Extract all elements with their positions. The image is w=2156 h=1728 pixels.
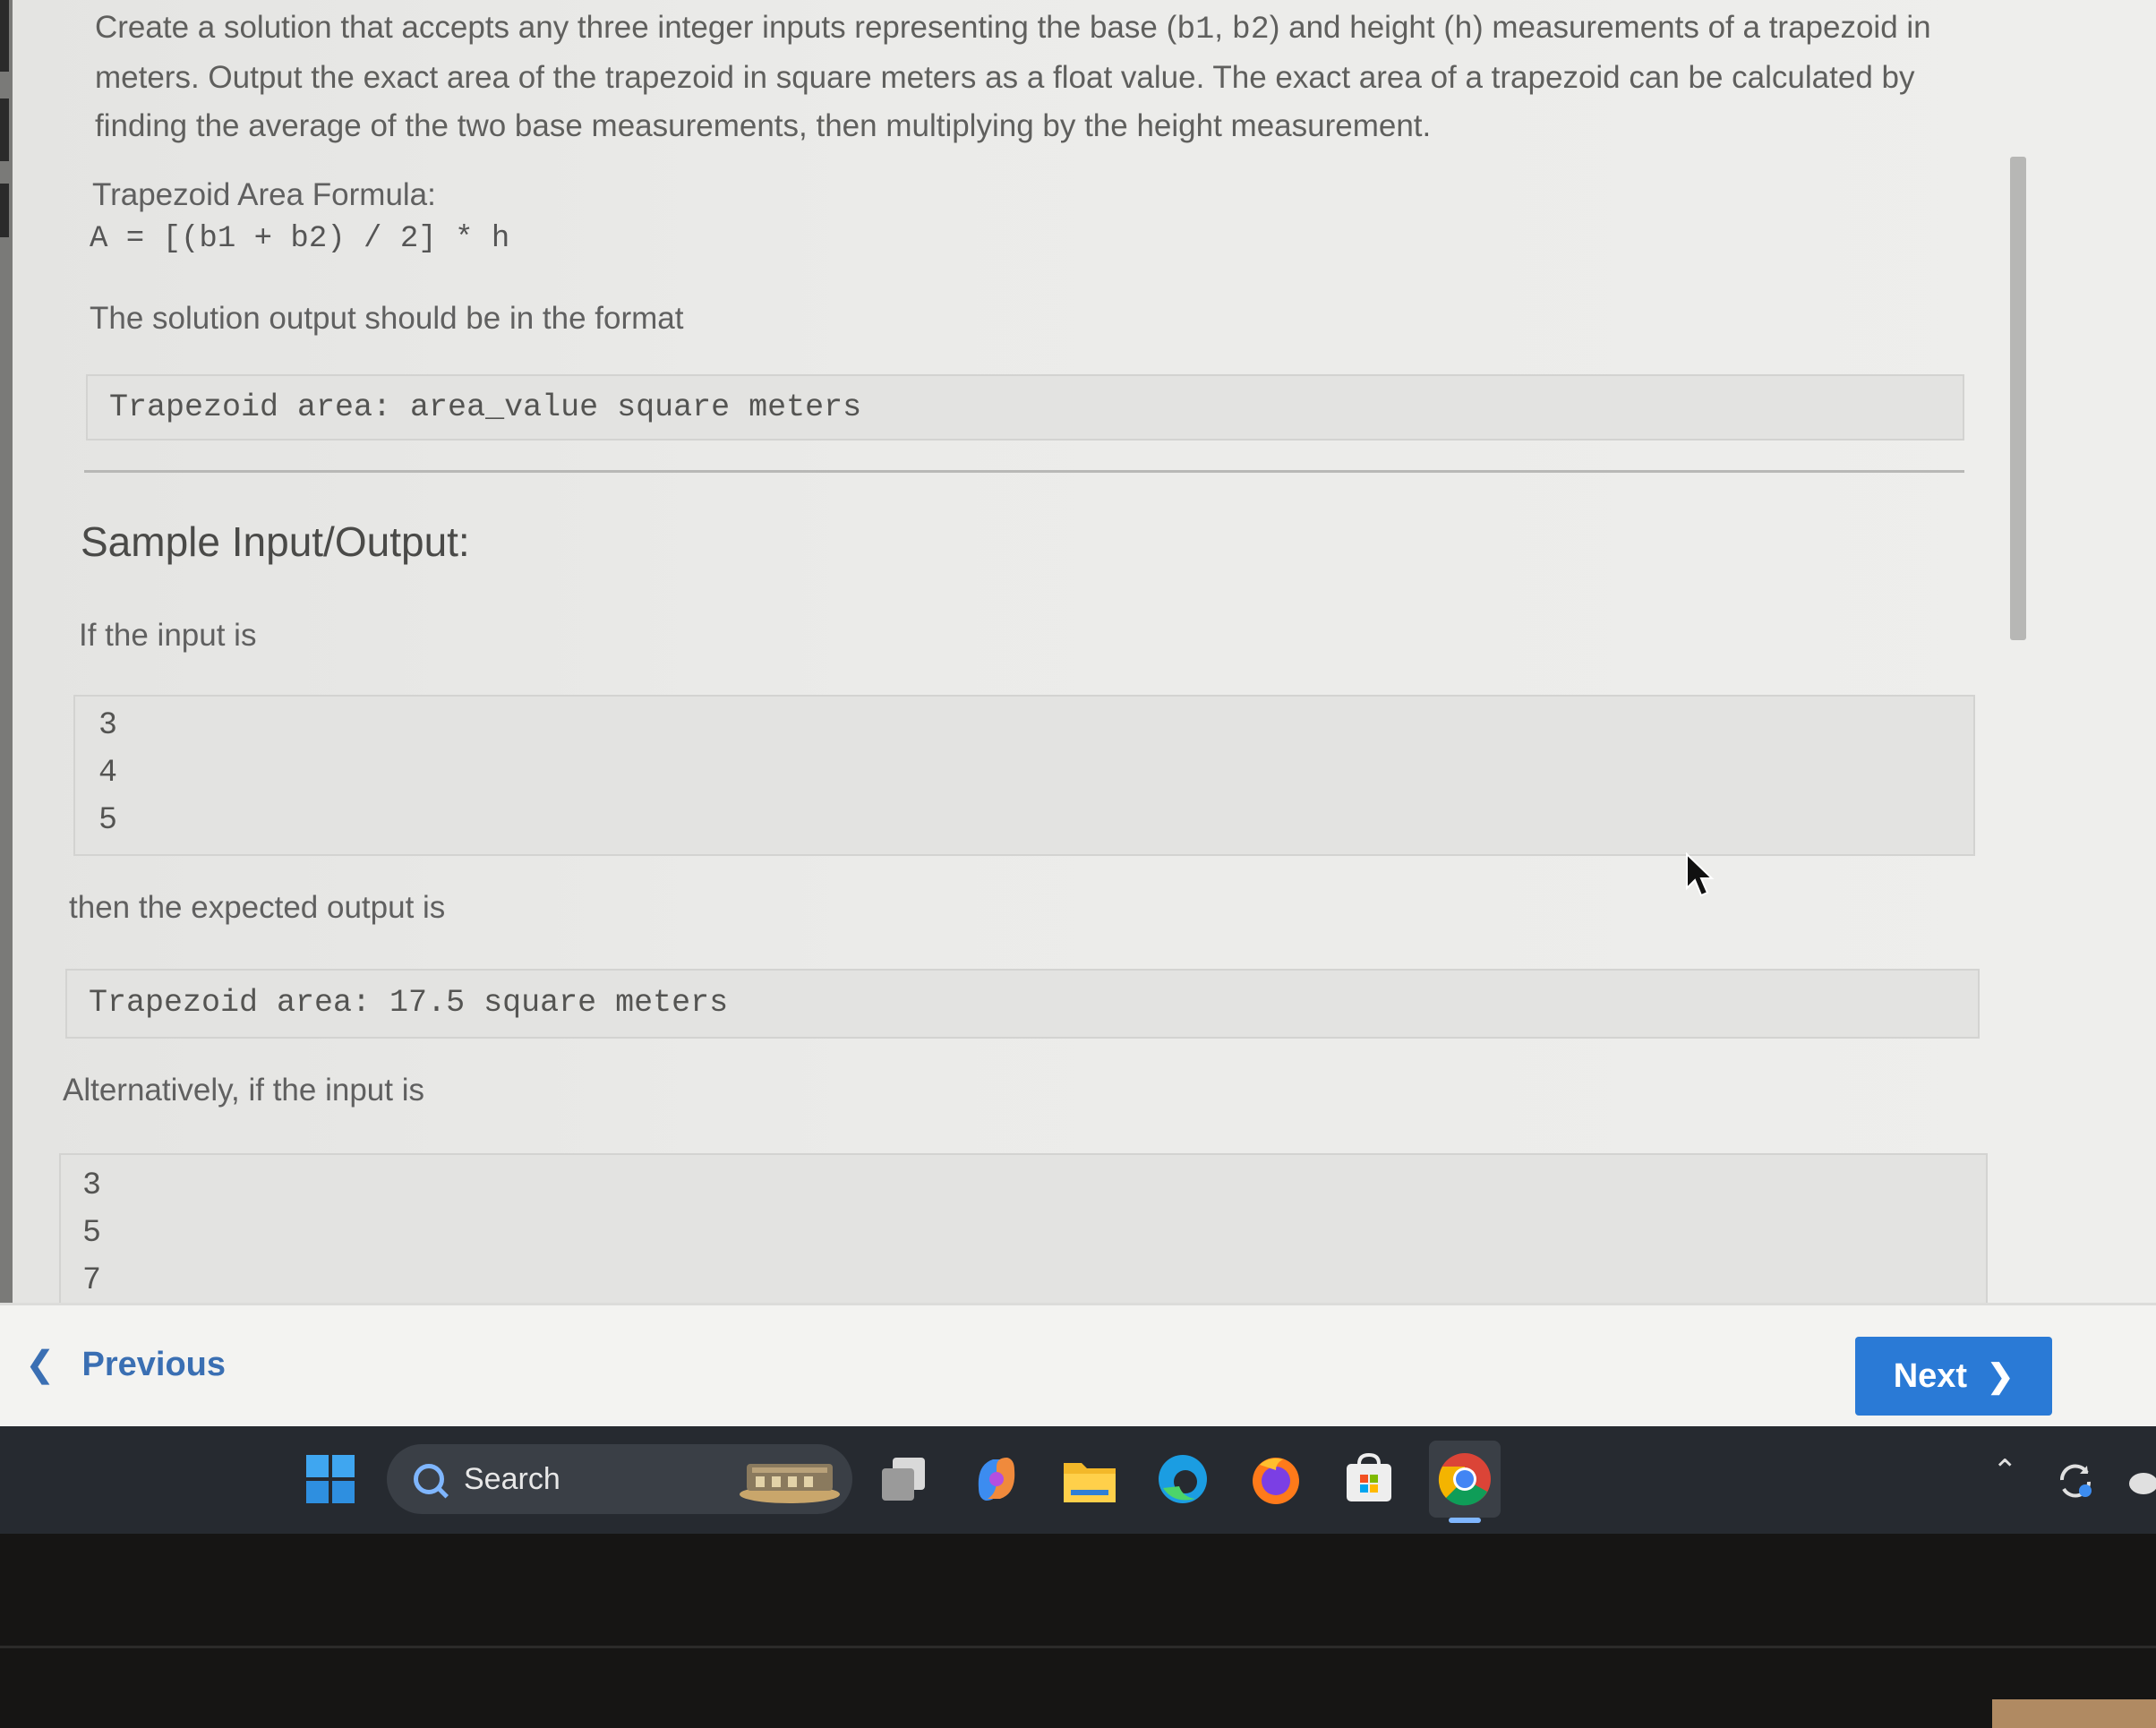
chevron-right-icon: ❯ xyxy=(1987,1357,2015,1394)
monitor-bezel xyxy=(0,1534,2156,1728)
chrome-icon[interactable] xyxy=(1429,1441,1501,1523)
sample-output-block-1: Trapezoid area: 17.5 square meters xyxy=(65,969,1980,1039)
windows-start-icon[interactable] xyxy=(303,1451,358,1507)
input-line: 5 xyxy=(98,802,118,838)
chevron-left-icon: ❮ xyxy=(25,1345,56,1384)
screen: Create a solution that accepts any three… xyxy=(0,0,2156,1728)
search-label: Search xyxy=(464,1461,560,1496)
file-explorer-icon[interactable] xyxy=(1062,1451,1117,1507)
search-icon xyxy=(414,1464,444,1494)
microsoft-store-icon[interactable] xyxy=(1341,1451,1397,1507)
next-label: Next xyxy=(1893,1356,1968,1395)
copilot-icon[interactable] xyxy=(969,1451,1024,1507)
navigation-footer: ❮ Previous Next ❯ xyxy=(0,1303,2156,1429)
next-button[interactable]: Next ❯ xyxy=(1855,1337,2052,1416)
format-code-block: Trapezoid area: area_value square meters xyxy=(86,374,1964,441)
input-line: 3 xyxy=(82,1168,102,1203)
input-label-2: Alternatively, if the input is xyxy=(63,1073,424,1108)
format-code-line: Trapezoid area: area_value square meters xyxy=(109,389,862,425)
formula-text: A = [(b1 + b2) / 2] * h xyxy=(90,222,510,256)
sample-heading: Sample Input/Output: xyxy=(81,518,470,565)
input-label-1: If the input is xyxy=(79,618,257,653)
sample-input-block-1: 3 4 5 xyxy=(73,695,1975,856)
previous-label: Previous xyxy=(81,1345,227,1383)
content-page: Create a solution that accepts any three… xyxy=(0,0,2156,1303)
onedrive-icon[interactable] xyxy=(2124,1464,2156,1500)
input-line: 5 xyxy=(82,1215,102,1251)
output-label-1: then the expected output is xyxy=(69,890,446,925)
format-label: The solution output should be in the for… xyxy=(90,301,684,336)
previous-button[interactable]: ❮ Previous xyxy=(25,1338,226,1391)
scrollbar-thumb[interactable] xyxy=(2010,157,2026,640)
input-line: 4 xyxy=(98,755,118,791)
section-divider xyxy=(84,470,1964,473)
search-highlight-icon xyxy=(740,1464,840,1503)
edge-icon[interactable] xyxy=(1155,1451,1211,1507)
output-line: Trapezoid area: 17.5 square meters xyxy=(89,985,729,1021)
problem-description: Create a solution that accepts any three… xyxy=(95,10,1931,143)
input-line: 3 xyxy=(98,707,118,743)
sample-input-block-2: 3 5 7 xyxy=(59,1153,1988,1303)
firefox-icon[interactable] xyxy=(1248,1451,1304,1507)
problem-content: Create a solution that accepts any three… xyxy=(0,0,2006,1303)
chevron-up-icon[interactable]: ⌃ xyxy=(1992,1453,2018,1489)
windows-taskbar: Search ⌃ xyxy=(0,1426,2156,1534)
formula-label: Trapezoid Area Formula: xyxy=(92,177,436,212)
taskbar-search-box[interactable]: Search xyxy=(387,1444,852,1514)
active-app-indicator xyxy=(1449,1518,1481,1523)
mouse-pointer-icon xyxy=(1686,852,1715,897)
sync-icon[interactable] xyxy=(2055,1460,2096,1501)
task-view-icon[interactable] xyxy=(876,1451,931,1507)
input-line: 7 xyxy=(82,1262,102,1298)
